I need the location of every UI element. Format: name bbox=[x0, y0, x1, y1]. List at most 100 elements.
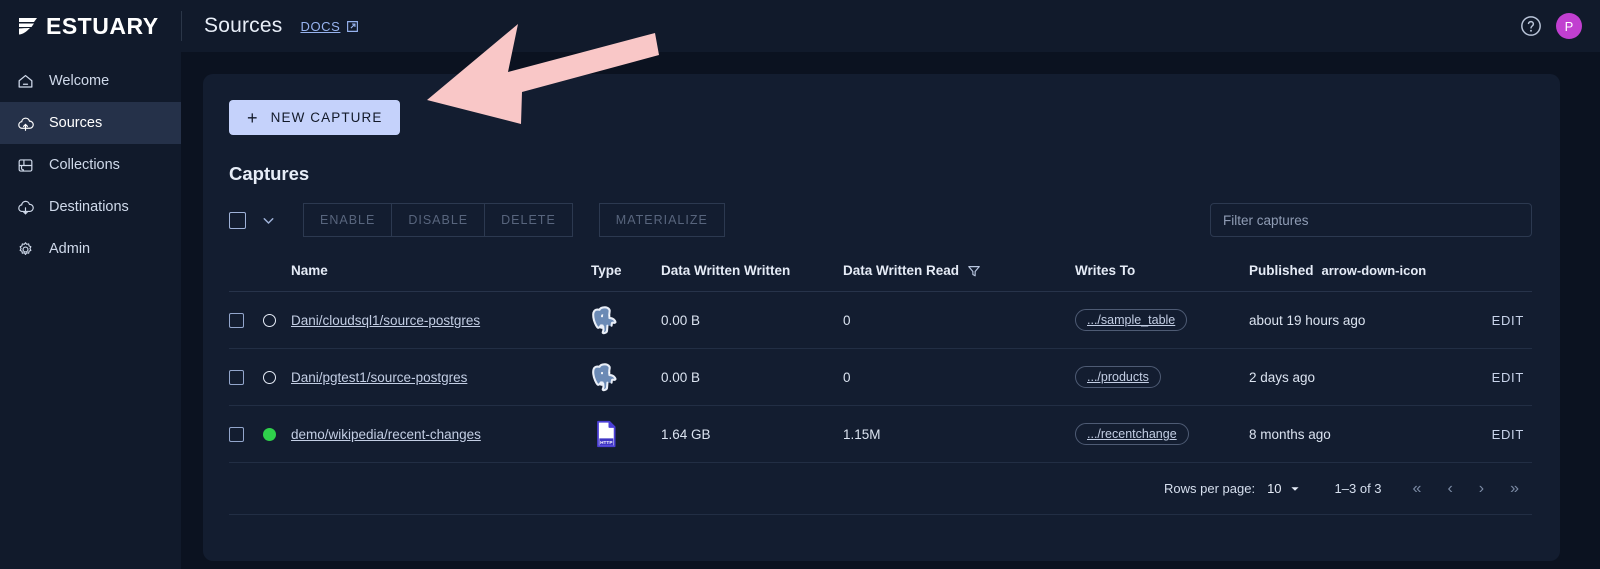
row-name-cell: Dani/cloudsql1/source-postgres bbox=[291, 291, 591, 349]
th-published-label: Published bbox=[1249, 263, 1314, 278]
pagination-controls: « ‹ › » bbox=[1410, 479, 1522, 499]
sidebar-item-sources[interactable]: Sources bbox=[0, 102, 181, 144]
first-page-button[interactable]: « bbox=[1410, 479, 1425, 499]
status-indicator-icon bbox=[263, 427, 276, 441]
row-status-cell bbox=[263, 348, 291, 406]
gear-icon bbox=[19, 241, 32, 255]
row-writes-to-cell: .../recentchange bbox=[1075, 405, 1249, 463]
status-indicator-icon bbox=[263, 370, 276, 384]
row-name-cell: demo/wikipedia/recent-changes bbox=[291, 405, 591, 463]
rows-per-page-label: Rows per page: bbox=[1164, 481, 1256, 496]
topbar-divider bbox=[181, 11, 182, 41]
chevron-down-icon[interactable] bbox=[260, 212, 277, 229]
new-capture-label: NEW CAPTURE bbox=[270, 110, 383, 125]
row-data-written-written: 1.64 GB bbox=[661, 405, 843, 463]
th-published[interactable]: Published arrow-down-icon bbox=[1249, 253, 1445, 292]
sidebar-item-collections[interactable]: Collections bbox=[0, 144, 181, 186]
row-data-written-written: 0.00 B bbox=[661, 291, 843, 349]
writes-to-chip[interactable]: .../recentchange bbox=[1075, 423, 1189, 445]
th-actions bbox=[1445, 253, 1532, 292]
new-capture-button[interactable]: + NEW CAPTURE bbox=[229, 100, 401, 135]
writes-to-chip[interactable]: .../sample_table bbox=[1075, 309, 1188, 331]
th-type[interactable]: Type bbox=[591, 253, 661, 292]
row-type-cell bbox=[591, 348, 661, 406]
sidebar-item-welcome[interactable]: Welcome bbox=[0, 60, 181, 102]
docs-label: DOCS bbox=[300, 18, 341, 34]
row-data-written-written: 0.00 B bbox=[661, 348, 843, 406]
row-checkbox[interactable] bbox=[229, 426, 244, 442]
cloud-download-icon bbox=[18, 200, 34, 215]
rows-per-page-value: 10 bbox=[1267, 481, 1282, 496]
th-status bbox=[263, 253, 291, 292]
avatar[interactable]: P bbox=[1556, 13, 1582, 39]
row-data-written-read: 0 bbox=[843, 291, 1075, 349]
captures-card: + NEW CAPTURE Captures ENABLE DISABLE DE… bbox=[203, 74, 1560, 561]
row-status-cell bbox=[263, 291, 291, 349]
docs-link[interactable]: DOCS bbox=[300, 19, 359, 34]
sidebar: Welcome Sources Collections Destinations bbox=[0, 52, 181, 569]
cloud-upload-icon bbox=[18, 117, 34, 131]
filter-icon[interactable] bbox=[967, 264, 981, 278]
captures-table: Name Type Data Written Written Data Writ… bbox=[229, 253, 1532, 463]
disable-button[interactable]: DISABLE bbox=[392, 203, 486, 237]
capture-name-link[interactable]: demo/wikipedia/recent-changes bbox=[291, 427, 481, 442]
capture-name-link[interactable]: Dani/cloudsql1/source-postgres bbox=[291, 313, 480, 328]
sidebar-item-admin[interactable]: Admin bbox=[0, 228, 181, 270]
filter-captures-input[interactable] bbox=[1210, 203, 1532, 237]
edit-link[interactable]: EDIT bbox=[1492, 313, 1524, 328]
table-row[interactable]: Dani/cloudsql1/source-postgres 0.00 B 0 … bbox=[229, 291, 1532, 349]
edit-link[interactable]: EDIT bbox=[1492, 370, 1524, 385]
th-writes-to[interactable]: Writes To bbox=[1075, 253, 1249, 292]
table-row[interactable]: demo/wikipedia/recent-changes HTTP 1.64 … bbox=[229, 405, 1532, 463]
bulk-actions-group: ENABLE DISABLE DELETE bbox=[303, 203, 573, 237]
sidebar-item-label: Welcome bbox=[49, 73, 110, 89]
row-type-cell bbox=[591, 291, 661, 349]
row-checkbox-cell bbox=[229, 405, 263, 463]
row-published: about 19 hours ago bbox=[1249, 291, 1445, 349]
row-type-cell: HTTP bbox=[591, 405, 661, 463]
table-head: Name Type Data Written Written Data Writ… bbox=[229, 253, 1532, 292]
row-data-written-read: 1.15M bbox=[843, 405, 1075, 463]
plus-icon: + bbox=[247, 107, 259, 128]
enable-button[interactable]: ENABLE bbox=[303, 203, 393, 237]
th-data-written-read[interactable]: Data Written Read bbox=[843, 253, 1075, 292]
http-file-icon: HTTP bbox=[597, 420, 616, 448]
top-bar: ESTUARY Sources DOCS P bbox=[0, 0, 1600, 52]
help-circle-icon[interactable] bbox=[1520, 15, 1542, 37]
app-root: ESTUARY Sources DOCS P Welcome Sources C… bbox=[0, 0, 1600, 569]
estuary-logo-icon bbox=[19, 18, 37, 35]
row-checkbox[interactable] bbox=[229, 312, 244, 328]
estuary-logo[interactable]: ESTUARY bbox=[16, 14, 159, 38]
pagination: Rows per page: 10 1–3 of 3 « ‹ › » bbox=[229, 463, 1532, 515]
logo-area[interactable]: ESTUARY bbox=[0, 0, 181, 52]
row-published: 8 months ago bbox=[1249, 405, 1445, 463]
writes-to-chip[interactable]: .../products bbox=[1075, 366, 1161, 388]
row-writes-to-cell: .../products bbox=[1075, 348, 1249, 406]
row-edit-cell: EDIT bbox=[1445, 348, 1532, 406]
row-status-cell bbox=[263, 405, 291, 463]
row-checkbox[interactable] bbox=[229, 369, 244, 385]
sidebar-item-label: Sources bbox=[49, 115, 103, 131]
row-writes-to-cell: .../sample_table bbox=[1075, 291, 1249, 349]
th-data-written-written[interactable]: Data Written Written bbox=[661, 253, 843, 292]
rows-per-page-select[interactable]: 10 bbox=[1267, 481, 1300, 496]
capture-name-link[interactable]: Dani/pgtest1/source-postgres bbox=[291, 370, 467, 385]
materialize-button[interactable]: MATERIALIZE bbox=[598, 203, 725, 237]
edit-link[interactable]: EDIT bbox=[1492, 427, 1524, 442]
row-edit-cell: EDIT bbox=[1445, 291, 1532, 349]
row-checkbox-cell bbox=[229, 291, 263, 349]
delete-button[interactable]: DELETE bbox=[485, 203, 573, 237]
postgres-icon bbox=[592, 306, 617, 335]
select-all-checkbox[interactable] bbox=[229, 211, 246, 229]
next-page-button[interactable]: › bbox=[1476, 479, 1487, 499]
sidebar-item-destinations[interactable]: Destinations bbox=[0, 186, 181, 228]
table-body: Dani/cloudsql1/source-postgres 0.00 B 0 … bbox=[229, 291, 1532, 463]
previous-page-button[interactable]: ‹ bbox=[1444, 479, 1455, 499]
last-page-button[interactable]: » bbox=[1507, 479, 1522, 499]
th-name[interactable]: Name bbox=[291, 253, 591, 292]
table-row[interactable]: Dani/pgtest1/source-postgres 0.00 B 0 ..… bbox=[229, 348, 1532, 406]
row-data-written-read: 0 bbox=[843, 348, 1075, 406]
page-title: Sources bbox=[204, 14, 283, 37]
sidebar-item-label: Admin bbox=[49, 241, 91, 257]
table-toolbar: ENABLE DISABLE DELETE MATERIALIZE bbox=[229, 203, 1532, 237]
